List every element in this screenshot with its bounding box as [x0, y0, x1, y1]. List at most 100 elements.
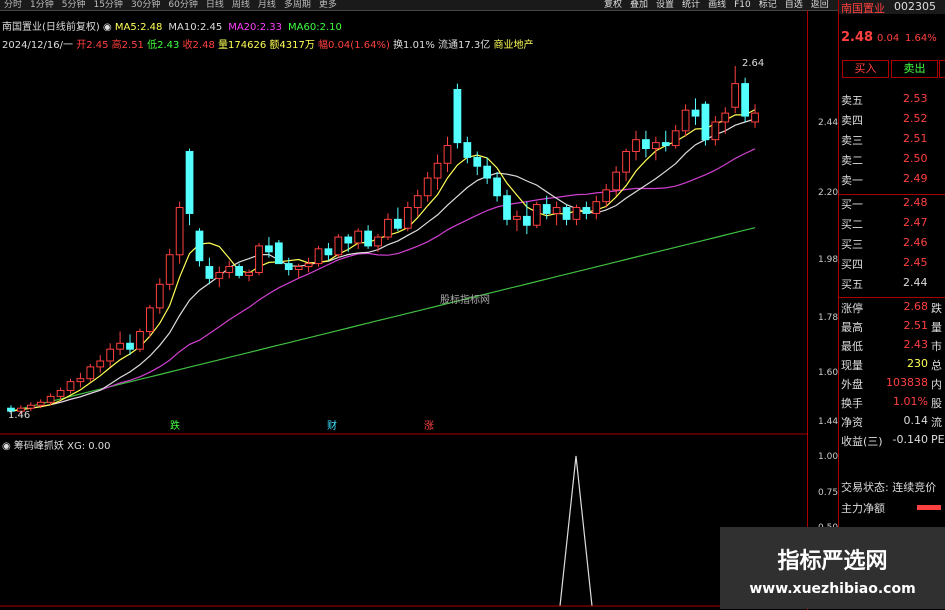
candle-body[interactable]: [165, 254, 174, 285]
candle-body[interactable]: [155, 283, 164, 309]
candle-body[interactable]: [542, 204, 551, 214]
candle-body[interactable]: [592, 201, 601, 214]
candle-body[interactable]: [731, 83, 740, 108]
period-tab[interactable]: 多周期: [280, 0, 315, 10]
bid-row[interactable]: 买二 2.47: [839, 216, 945, 232]
candle-body[interactable]: [265, 245, 273, 253]
candle-body[interactable]: [552, 207, 561, 214]
candle-body[interactable]: [354, 230, 363, 244]
candle-body[interactable]: [284, 263, 293, 271]
candle-body[interactable]: [235, 266, 244, 276]
candle-body[interactable]: [195, 230, 204, 262]
candle-body[interactable]: [274, 242, 283, 265]
candle-body[interactable]: [364, 230, 372, 247]
candle-body[interactable]: [76, 378, 85, 383]
candle-body[interactable]: [751, 112, 759, 123]
candle-body[interactable]: [661, 142, 670, 147]
candle-body[interactable]: [473, 156, 482, 167]
candle-body[interactable]: [741, 83, 749, 117]
ask-row[interactable]: 卖五 2.53: [839, 92, 945, 108]
sell-button[interactable]: 卖出: [891, 60, 938, 78]
toolbar-button[interactable]: 自选: [781, 0, 807, 10]
candle-body[interactable]: [116, 342, 124, 350]
period-tab[interactable]: 月线: [254, 0, 280, 10]
candle-body[interactable]: [701, 103, 710, 141]
candle-body[interactable]: [334, 236, 343, 256]
candle-body[interactable]: [413, 195, 422, 209]
candle-body[interactable]: [433, 162, 442, 179]
candle-body[interactable]: [344, 236, 353, 244]
candle-body[interactable]: [532, 204, 541, 226]
candle-body[interactable]: [126, 342, 134, 350]
candle-body[interactable]: [463, 142, 472, 158]
candle-body[interactable]: [453, 89, 462, 144]
candle-body[interactable]: [86, 366, 95, 380]
period-tab[interactable]: 分时: [0, 0, 26, 10]
gear-icon[interactable]: ◉: [103, 22, 115, 33]
period-tab[interactable]: 日线: [202, 0, 228, 10]
bid-row[interactable]: 买四 2.45: [839, 256, 945, 272]
period-tab[interactable]: 1分钟: [26, 0, 58, 10]
ask-row[interactable]: 卖二 2.50: [839, 152, 945, 168]
candle-body[interactable]: [374, 236, 382, 247]
toolbar-button[interactable]: 设置: [652, 0, 678, 10]
toolbar-button[interactable]: F10: [730, 0, 755, 10]
candle-body[interactable]: [255, 245, 263, 273]
candle-body[interactable]: [522, 215, 531, 226]
candle-body[interactable]: [314, 248, 323, 265]
toolbar-button[interactable]: 标记: [755, 0, 781, 10]
candle-body[interactable]: [215, 271, 224, 279]
candle-body[interactable]: [423, 177, 432, 197]
candle-body[interactable]: [136, 330, 144, 350]
candle-body[interactable]: [671, 130, 680, 147]
candle-body[interactable]: [56, 389, 65, 397]
candle-body[interactable]: [651, 142, 660, 150]
candle-body[interactable]: [403, 207, 412, 229]
toolbar-button[interactable]: 统计: [678, 0, 704, 10]
candle-body[interactable]: [324, 248, 333, 256]
panel-toggle[interactable]: [939, 60, 945, 78]
period-tab[interactable]: 15分钟: [89, 0, 126, 10]
candle-body[interactable]: [602, 189, 611, 203]
toolbar-button[interactable]: 叠加: [626, 0, 652, 10]
candle-body[interactable]: [145, 307, 154, 332]
candle-body[interactable]: [384, 218, 392, 238]
candlestick-chart[interactable]: 2.64 1.46 股标指标网 跌 财 涨: [0, 48, 807, 437]
candle-body[interactable]: [294, 266, 303, 271]
candle-body[interactable]: [483, 165, 492, 179]
bid-row[interactable]: 买三 2.46: [839, 236, 945, 252]
toolbar-button[interactable]: 复权: [600, 0, 626, 10]
candle-body[interactable]: [503, 195, 511, 220]
candle-body[interactable]: [572, 207, 581, 220]
sub-indicator-chart[interactable]: [0, 448, 807, 609]
candle-body[interactable]: [225, 266, 234, 273]
candle-body[interactable]: [642, 139, 650, 150]
candle-body[interactable]: [245, 271, 253, 276]
candle-body[interactable]: [185, 150, 194, 214]
candle-body[interactable]: [691, 109, 700, 117]
candle-body[interactable]: [681, 109, 690, 132]
candle-body[interactable]: [721, 112, 730, 123]
period-tab[interactable]: 60分钟: [164, 0, 201, 10]
candle-body[interactable]: [443, 145, 452, 164]
candle-body[interactable]: [513, 215, 521, 220]
bid-row[interactable]: 买一 2.48: [839, 196, 945, 212]
candle-body[interactable]: [36, 401, 45, 406]
candle-body[interactable]: [106, 348, 115, 362]
candle-body[interactable]: [26, 404, 35, 409]
buy-button[interactable]: 买入: [842, 60, 889, 78]
ask-row[interactable]: 卖一 2.49: [839, 172, 945, 188]
candle-body[interactable]: [711, 121, 720, 141]
period-tab[interactable]: 更多: [315, 0, 341, 10]
candle-body[interactable]: [632, 139, 640, 152]
candle-body[interactable]: [175, 207, 184, 256]
candle-body[interactable]: [394, 218, 402, 229]
ask-row[interactable]: 卖三 2.51: [839, 132, 945, 148]
candle-body[interactable]: [612, 171, 621, 191]
candle-body[interactable]: [582, 207, 591, 214]
candle-body[interactable]: [562, 207, 571, 220]
candle-body[interactable]: [96, 360, 105, 368]
candle-body[interactable]: [493, 177, 501, 197]
toolbar-button[interactable]: 画线: [704, 0, 730, 10]
candle-body[interactable]: [205, 266, 214, 279]
